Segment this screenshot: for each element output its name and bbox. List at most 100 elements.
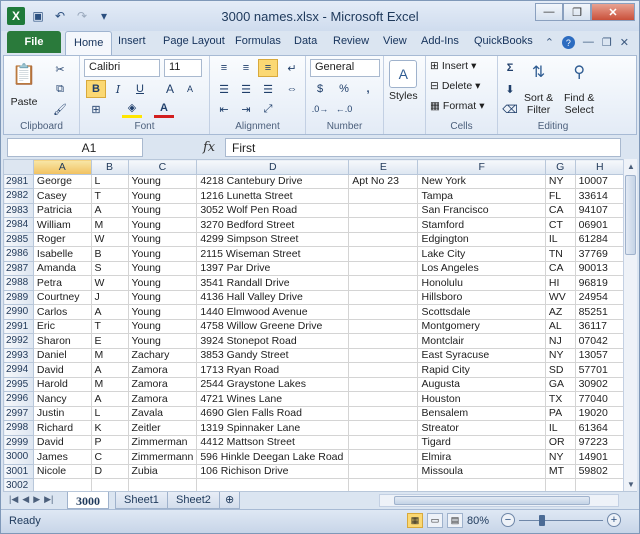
cell-b[interactable]: W [90, 275, 129, 291]
cell-d[interactable]: 1713 Ryan Road [196, 362, 350, 378]
row-header[interactable]: 2995 [3, 376, 34, 392]
underline-button[interactable]: U [130, 80, 150, 98]
increase-indent-icon[interactable]: ⇥ [236, 100, 256, 118]
cell-b[interactable]: A [90, 202, 129, 218]
cell-d[interactable]: 1440 Elmwood Avenue [196, 304, 350, 320]
decrease-indent-icon[interactable]: ⇤ [214, 100, 234, 118]
cell-c[interactable]: Zavala [127, 405, 198, 421]
align-right-icon[interactable]: ☰ [258, 80, 278, 98]
row-header[interactable]: 2992 [3, 333, 34, 349]
row-header[interactable]: 2991 [3, 318, 34, 334]
close-button[interactable]: ✕ [591, 3, 635, 21]
cell-b[interactable]: T [90, 318, 129, 334]
cell-f[interactable] [417, 478, 546, 491]
last-sheet-icon[interactable]: ▶| [44, 494, 53, 505]
first-sheet-icon[interactable]: |◀ [9, 494, 18, 505]
cell-e[interactable] [348, 376, 419, 392]
cell-e[interactable] [348, 260, 419, 276]
cell-a[interactable]: Nancy [32, 391, 92, 407]
cell-b[interactable]: L [90, 405, 129, 421]
workbook-close-icon[interactable]: ✕ [620, 36, 629, 49]
cell-a[interactable]: George [32, 173, 92, 189]
row-header[interactable]: 2996 [3, 391, 34, 407]
cell-g[interactable]: NY [544, 449, 576, 465]
zoom-slider[interactable]: − + [501, 513, 621, 529]
cell-b[interactable]: A [90, 362, 129, 378]
cell-d[interactable]: 4690 Glen Falls Road [196, 405, 350, 421]
cell-c[interactable]: Young [127, 173, 198, 189]
cell-f[interactable]: Los Angeles [417, 260, 546, 276]
cell-b[interactable]: P [90, 434, 129, 450]
prev-sheet-icon[interactable]: ◀ [22, 494, 29, 505]
cell-c[interactable]: Young [127, 260, 198, 276]
cell-d[interactable]: 2115 Wiseman Street [196, 246, 350, 262]
cell-c[interactable]: Young [127, 333, 198, 349]
cell-f[interactable]: Stamford [417, 217, 546, 233]
cell-a[interactable]: Petra [32, 275, 92, 291]
zoom-in-icon[interactable]: + [607, 513, 621, 527]
column-header-e[interactable]: E [348, 159, 419, 175]
cell-g[interactable]: SD [544, 362, 576, 378]
cut-icon[interactable]: ✂ [50, 60, 70, 78]
copy-icon[interactable]: ⧉ [50, 80, 70, 98]
borders-icon[interactable]: ⊞ [86, 100, 106, 118]
cell-f[interactable]: Tampa [417, 188, 546, 204]
cell-a[interactable]: Justin [32, 405, 92, 421]
cell-g[interactable]: NY [544, 347, 576, 363]
cell-c[interactable]: Zachary [127, 347, 198, 363]
cell-e[interactable] [348, 405, 419, 421]
cell-g[interactable]: NJ [544, 333, 576, 349]
cell-d[interactable]: 1216 Lunetta Street [196, 188, 350, 204]
formula-input[interactable]: First [225, 138, 621, 157]
cell-b[interactable]: A [90, 304, 129, 320]
cell-h[interactable]: 24954 [574, 289, 625, 305]
cell-g[interactable]: HI [544, 275, 576, 291]
cell-h[interactable]: 19020 [574, 405, 625, 421]
sheet-tab-sheet2[interactable]: Sheet2 [167, 492, 220, 509]
font-size-select[interactable]: 11 [164, 59, 202, 77]
cell-f[interactable]: Edgington [417, 231, 546, 247]
fill-icon[interactable]: ⬇ [500, 80, 520, 98]
tab-file[interactable]: File [7, 31, 61, 53]
cell-a[interactable]: David [32, 434, 92, 450]
cell-f[interactable]: Elmira [417, 449, 546, 465]
cell-a[interactable]: Sharon [32, 333, 92, 349]
row-header[interactable]: 2981 [3, 173, 34, 189]
cell-d[interactable]: 4218 Cantebury Drive [196, 173, 350, 189]
cell-h[interactable]: 61364 [574, 420, 625, 436]
align-bottom-icon[interactable]: ≡ [258, 59, 278, 77]
align-top-icon[interactable]: ≡ [214, 59, 234, 77]
cell-d[interactable]: 3853 Gandy Street [196, 347, 350, 363]
cell-b[interactable]: T [90, 188, 129, 204]
cell-e[interactable] [348, 420, 419, 436]
cell-g[interactable]: PA [544, 405, 576, 421]
cell-h[interactable]: 90013 [574, 260, 625, 276]
cell-c[interactable] [127, 478, 198, 491]
minimize-ribbon-icon[interactable]: ⌃ [545, 36, 554, 49]
name-box[interactable]: A1 [7, 138, 143, 157]
cell-g[interactable]: CA [544, 202, 576, 218]
bold-button[interactable]: B [86, 80, 106, 98]
scroll-up-icon[interactable]: ▲ [624, 159, 638, 173]
column-header-c[interactable]: C [127, 159, 198, 175]
minimize-button[interactable]: — [535, 3, 563, 21]
worksheet-grid[interactable]: ABCDEFGH 2981 George L Young 4218 Cantebury … [3, 159, 625, 491]
insert-function-button[interactable]: fx [203, 140, 215, 155]
align-center-icon[interactable]: ☰ [236, 80, 256, 98]
cell-g[interactable]: TX [544, 391, 576, 407]
tab-view[interactable]: View [383, 35, 407, 47]
cell-h[interactable]: 14901 [574, 449, 625, 465]
cell-f[interactable]: Streator [417, 420, 546, 436]
sheet-tab-3000[interactable]: 3000 [67, 492, 109, 509]
column-header-d[interactable]: D [196, 159, 350, 175]
cell-d[interactable]: 3924 Stonepot Road [196, 333, 350, 349]
cell-table[interactable]: ABCDEFGH 2981 George L Young 4218 Cantebury … [3, 159, 625, 491]
cell-g[interactable]: MT [544, 463, 576, 479]
cell-c[interactable]: Young [127, 289, 198, 305]
cell-b[interactable]: L [90, 173, 129, 189]
increase-decimal-icon[interactable]: .0→ [310, 100, 330, 118]
row-header[interactable]: 2984 [3, 217, 34, 233]
cell-f[interactable]: New York [417, 173, 546, 189]
align-middle-icon[interactable]: ≡ [236, 59, 256, 77]
cell-a[interactable]: Amanda [32, 260, 92, 276]
